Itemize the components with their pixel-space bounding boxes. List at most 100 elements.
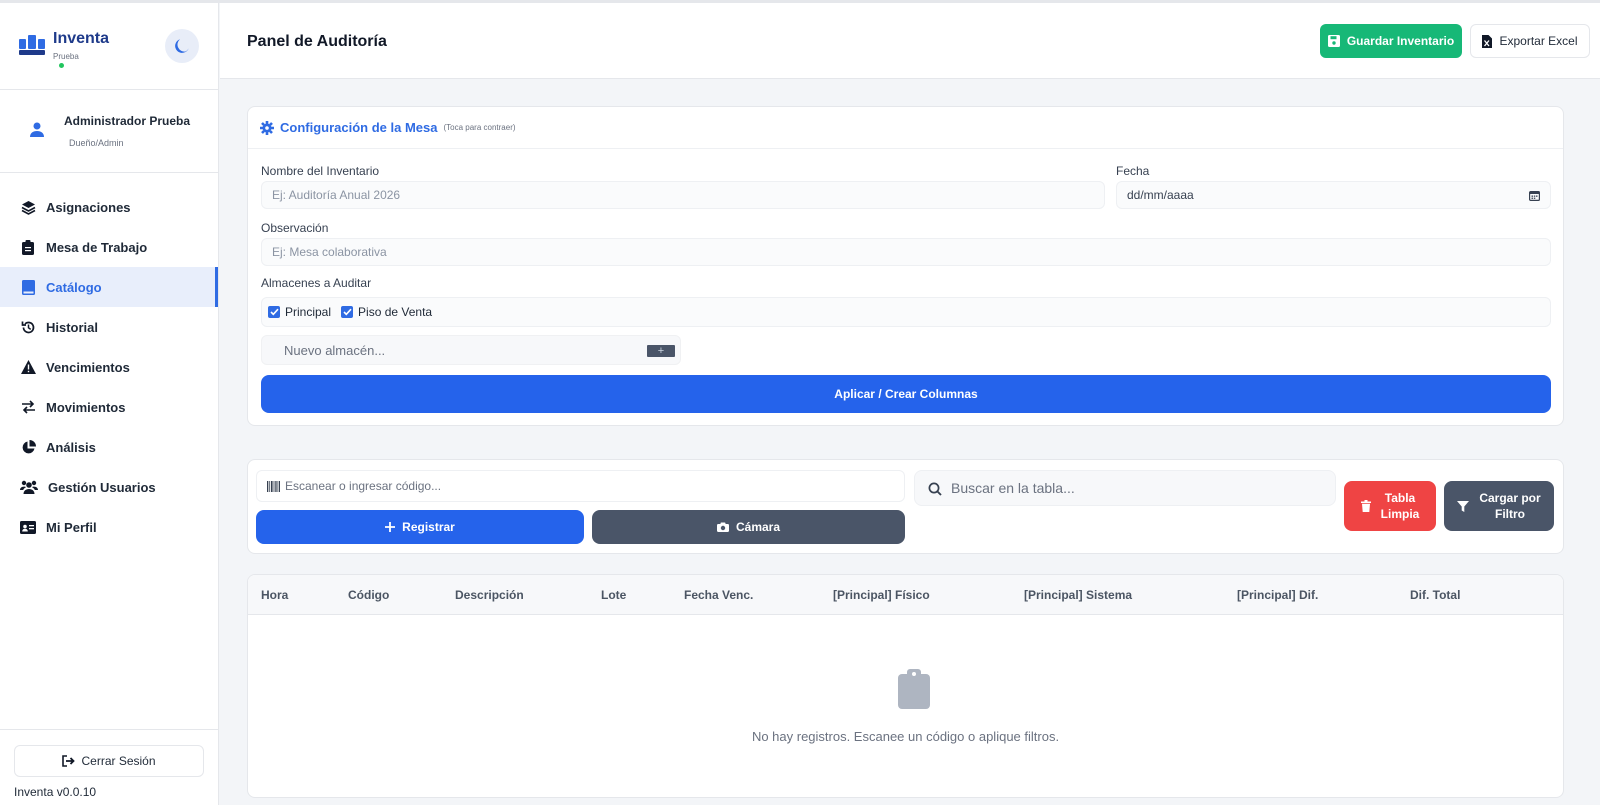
date-input-value: dd/mm/aaaa (1127, 188, 1194, 202)
id-card-icon (20, 519, 36, 535)
sidebar-item-label: Mesa de Trabajo (46, 239, 148, 255)
history-icon (20, 319, 36, 335)
new-warehouse-input[interactable] (262, 336, 642, 364)
column-header-descripcion[interactable]: Descripción (455, 588, 524, 602)
sidebar-item-label: Asignaciones (46, 199, 131, 215)
observation-input[interactable] (261, 238, 1551, 266)
empty-state-message: No hay registros. Escanee un código o ap… (751, 729, 1060, 744)
sidebar-item-label: Movimientos (46, 399, 126, 415)
column-header-principal-fisico[interactable]: [Principal] Físico (833, 588, 930, 602)
book-icon (20, 279, 36, 295)
sidebar-item-analisis[interactable]: Análisis (0, 427, 218, 467)
logout-label: Cerrar Sesión (81, 754, 156, 768)
clear-table-label-line2: Limpia (1380, 507, 1420, 521)
page-title: Panel de Auditoría (247, 33, 387, 50)
file-excel-icon (1482, 34, 1493, 48)
config-collapse-hint: (Toca para contraer) (443, 123, 516, 132)
camera-icon (716, 522, 729, 532)
trash-icon (1360, 500, 1371, 512)
column-header-lote[interactable]: Lote (601, 588, 626, 602)
sidebar-item-historial[interactable]: Historial (0, 307, 218, 347)
logout-button[interactable]: Cerrar Sesión (14, 745, 204, 777)
column-header-codigo[interactable]: Código (348, 588, 389, 602)
scan-code-field (256, 470, 905, 502)
inventory-name-input[interactable] (261, 181, 1105, 209)
column-header-dif-total[interactable]: Dif. Total (1410, 588, 1460, 602)
warehouse-checklist: Principal Piso de Venta (261, 297, 1551, 327)
sidebar-item-mesa-de-trabajo[interactable]: Mesa de Trabajo (0, 227, 218, 267)
pie-chart-icon (20, 439, 36, 455)
export-excel-label: Exportar Excel (1499, 34, 1578, 48)
avatar (25, 117, 49, 141)
user-panel: Administrador Prueba Dueño/Admin (0, 91, 218, 173)
column-header-hora[interactable]: Hora (261, 588, 288, 602)
column-header-fecha-venc[interactable]: Fecha Venc. (684, 588, 753, 602)
moon-icon (175, 39, 189, 53)
sidebar-item-vencimientos[interactable]: Vencimientos (0, 347, 218, 387)
warehouse-checkbox-principal[interactable]: Principal (268, 305, 331, 319)
sidebar-item-label: Catálogo (46, 279, 102, 295)
users-icon (20, 479, 38, 495)
register-button[interactable]: Registrar (256, 510, 584, 544)
sidebar-item-asignaciones[interactable]: Asignaciones (0, 187, 218, 227)
load-by-filter-button[interactable]: Cargar por Filtro (1444, 481, 1554, 531)
empty-clipboard-icon (898, 669, 930, 709)
sidebar-item-mi-perfil[interactable]: Mi Perfil (0, 507, 218, 547)
warehouses-label: Almacenes a Auditar (261, 276, 372, 290)
search-icon (928, 482, 942, 496)
clear-table-button[interactable]: Tabla Limpia (1344, 481, 1436, 531)
camera-label: Cámara (735, 520, 781, 534)
layers-icon (20, 199, 36, 215)
top-header: Panel de Auditoría Guardar Inventario Ex… (220, 3, 1600, 79)
load-by-filter-label-line2: Filtro (1494, 507, 1525, 521)
clear-table-label-line1: Tabla (1384, 491, 1416, 505)
load-by-filter-label: Cargar por Filtro (1479, 490, 1540, 522)
export-excel-button[interactable]: Exportar Excel (1470, 24, 1590, 58)
warehouse-checkbox-piso-de-venta[interactable]: Piso de Venta (341, 305, 432, 319)
sidebar-item-gestion-usuarios[interactable]: Gestión Usuarios (0, 467, 218, 507)
gear-icon (260, 120, 274, 135)
plus-icon (385, 522, 396, 532)
warehouse-label: Piso de Venta (358, 305, 433, 319)
sidebar-footer: Cerrar Sesión Inventa v0.0.10 (0, 729, 218, 805)
sidebar-item-label: Vencimientos (46, 359, 130, 375)
sidebar-item-movimientos[interactable]: Movimientos (0, 387, 218, 427)
sidebar-nav: Asignaciones Mesa de Trabajo Catálogo Hi… (0, 187, 218, 547)
user-icon (30, 122, 44, 137)
new-warehouse-group: + (261, 335, 681, 365)
save-inventory-button[interactable]: Guardar Inventario (1320, 24, 1462, 58)
scan-code-input[interactable] (285, 471, 885, 501)
theme-toggle-button[interactable] (165, 29, 199, 63)
user-name: Administrador Prueba (64, 114, 191, 128)
brand-environment: Prueba (53, 52, 79, 61)
sidebar-item-label: Mi Perfil (46, 519, 97, 535)
barcode-icon (267, 481, 280, 492)
config-card-header[interactable]: Configuración de la Mesa (Toca para cont… (248, 107, 1563, 149)
checkbox-checked-icon (268, 306, 280, 318)
calendar-icon (1529, 190, 1540, 201)
floppy-disk-icon (1327, 35, 1340, 47)
save-inventory-label: Guardar Inventario (1346, 34, 1455, 48)
add-warehouse-button[interactable]: + (647, 345, 675, 357)
column-header-principal-dif[interactable]: [Principal] Dif. (1237, 588, 1318, 602)
date-input[interactable]: dd/mm/aaaa (1116, 181, 1551, 209)
load-by-filter-label-line1: Cargar por (1479, 491, 1541, 505)
sidebar-item-label: Historial (46, 319, 99, 335)
config-title: Configuración de la Mesa (280, 120, 438, 135)
table-search-field (914, 470, 1336, 506)
table-header: Hora Código Descripción Lote Fecha Venc.… (248, 575, 1563, 615)
sidebar-item-catalogo[interactable]: Catálogo (0, 267, 218, 307)
sidebar: Inventa Prueba Administrador Prueba Dueñ… (0, 3, 219, 805)
table-search-input[interactable] (951, 471, 1331, 505)
scanner-toolbar-card: Registrar Cámara Tabla Limpia Cargar por… (247, 459, 1564, 554)
column-header-principal-sistema[interactable]: [Principal] Sistema (1024, 588, 1132, 602)
camera-button[interactable]: Cámara (592, 510, 905, 544)
apply-create-columns-button[interactable]: Aplicar / Crear Columnas (261, 375, 1551, 413)
warehouse-label: Principal (285, 305, 332, 319)
user-role: Dueño/Admin (69, 138, 124, 148)
brand-area: Inventa Prueba (0, 3, 218, 90)
checkbox-checked-icon (341, 306, 354, 318)
warning-icon (20, 359, 36, 375)
filter-icon (1457, 500, 1470, 512)
sidebar-item-label: Gestión Usuarios (48, 479, 156, 495)
